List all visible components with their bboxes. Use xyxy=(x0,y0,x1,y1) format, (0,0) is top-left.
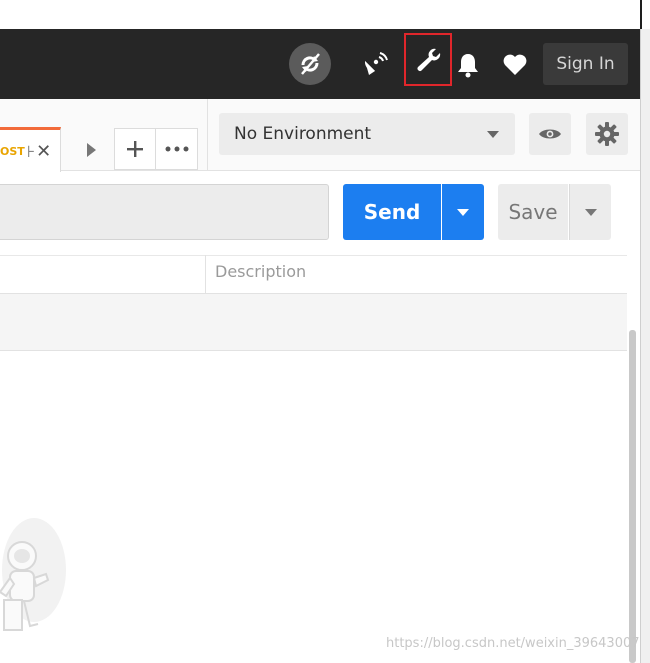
tabs-scroll-right-button[interactable] xyxy=(80,137,102,163)
table-row[interactable] xyxy=(0,294,627,351)
astronaut-illustration xyxy=(0,518,66,631)
bell-icon xyxy=(458,54,478,78)
column-header-description: Description xyxy=(215,262,307,281)
notifications-button[interactable] xyxy=(452,47,484,83)
scrollbar-thumb[interactable] xyxy=(629,330,636,663)
tab-request[interactable]: OST ⊦ ✕ xyxy=(0,127,61,172)
sync-off-button[interactable] xyxy=(289,43,331,85)
send-button[interactable]: Send xyxy=(343,184,441,240)
environment-quick-look-button[interactable] xyxy=(529,113,571,155)
new-tab-button[interactable] xyxy=(114,128,156,170)
heart-button[interactable] xyxy=(498,47,532,83)
heart-icon xyxy=(503,54,527,75)
sync-off-icon xyxy=(301,53,320,75)
chevron-down-icon xyxy=(487,131,499,138)
send-options-button[interactable] xyxy=(442,184,484,240)
chevron-down-icon xyxy=(457,208,469,216)
manage-environments-button[interactable] xyxy=(586,113,628,155)
window-top-strip xyxy=(0,0,650,29)
watermark: https://blog.csdn.net/weixin_39643007 xyxy=(386,636,640,651)
chevron-down-icon xyxy=(584,208,597,216)
request-url-input[interactable] xyxy=(0,184,329,240)
params-table-header xyxy=(0,255,627,294)
save-button[interactable]: Save xyxy=(498,184,568,240)
gear-icon xyxy=(595,122,619,146)
tab-title: ⊦ xyxy=(26,141,36,161)
environment-select-value: No Environment xyxy=(234,124,372,144)
tab-method-label: OST xyxy=(0,144,25,158)
save-options-button[interactable] xyxy=(569,184,611,240)
plus-icon xyxy=(127,141,143,157)
column-divider xyxy=(205,255,206,294)
close-icon[interactable]: ✕ xyxy=(36,141,51,162)
environment-select[interactable]: No Environment xyxy=(219,113,515,155)
tab-options-button[interactable] xyxy=(156,128,198,170)
wrench-icon xyxy=(417,48,441,71)
satellite-button[interactable] xyxy=(357,47,393,83)
window-edge xyxy=(640,0,650,29)
settings-wrench-button[interactable] xyxy=(404,33,452,86)
chevron-right-icon xyxy=(87,143,96,157)
eye-icon xyxy=(539,129,561,139)
more-icon xyxy=(165,146,188,152)
satellite-icon xyxy=(364,52,388,75)
window-scrollbar-track xyxy=(640,29,650,663)
sign-in-button[interactable]: Sign In xyxy=(543,43,628,85)
divider xyxy=(207,99,208,171)
